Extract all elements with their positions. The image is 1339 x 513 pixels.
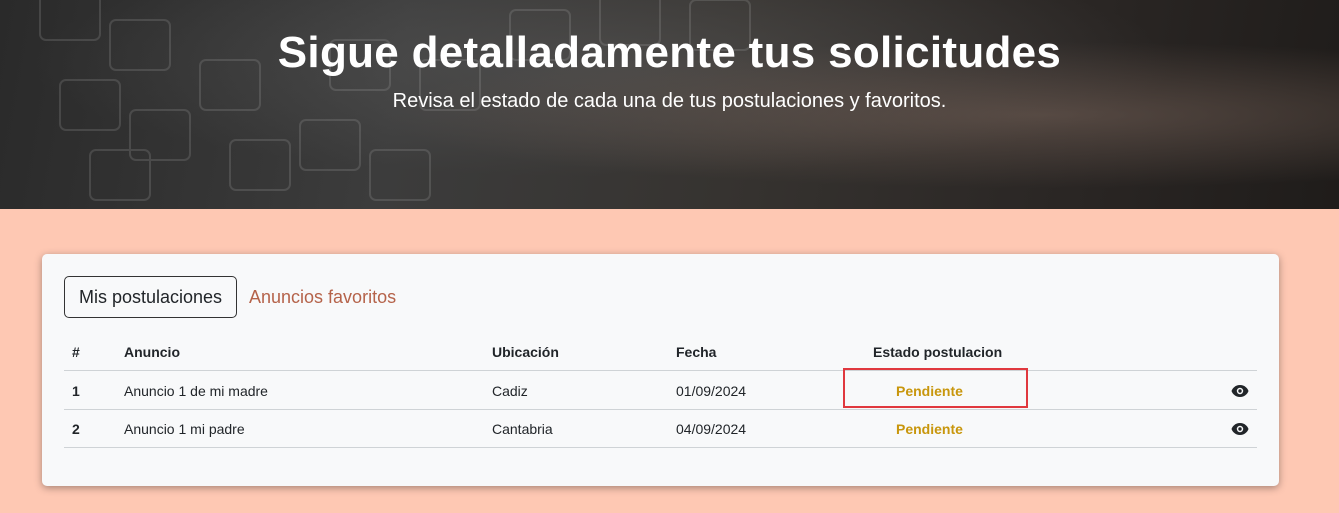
column-header-anuncio: Anuncio — [124, 344, 180, 360]
row-divider — [64, 447, 1257, 448]
row-divider — [64, 409, 1257, 410]
column-header-ubicacion: Ubicación — [492, 344, 559, 360]
page-subtitle: Revisa el estado de cada una de tus post… — [392, 90, 947, 112]
tab-anuncios-favoritos[interactable]: Anuncios favoritos — [249, 276, 396, 318]
row-number: 1 — [72, 383, 80, 399]
row-anuncio: Anuncio 1 de mi madre — [124, 383, 268, 399]
hero-banner: Sigue detalladamente tus solicitudes Rev… — [0, 0, 1339, 209]
row-fecha: 04/09/2024 — [676, 421, 747, 437]
row-anuncio: Anuncio 1 mi padre — [124, 421, 245, 437]
column-header-estado: Estado postulacion — [873, 344, 1003, 360]
row-ubicacion: Cantabria — [492, 421, 553, 437]
eye-icon[interactable] — [1231, 384, 1249, 398]
row-ubicacion: Cadiz — [492, 383, 528, 399]
eye-icon[interactable] — [1231, 422, 1249, 436]
status-highlight-box — [843, 368, 1028, 408]
row-fecha: 01/09/2024 — [676, 383, 747, 399]
header-divider — [64, 370, 1257, 371]
column-header-fecha: Fecha — [676, 344, 717, 360]
status-badge: Pendiente — [896, 421, 963, 437]
applications-card: Mis postulaciones Anuncios favoritos # A… — [42, 254, 1279, 486]
page-title: Sigue detalladamente tus solicitudes — [277, 28, 1062, 77]
tab-mis-postulaciones[interactable]: Mis postulaciones — [64, 276, 237, 318]
column-header-number: # — [72, 344, 80, 360]
row-number: 2 — [72, 421, 80, 437]
